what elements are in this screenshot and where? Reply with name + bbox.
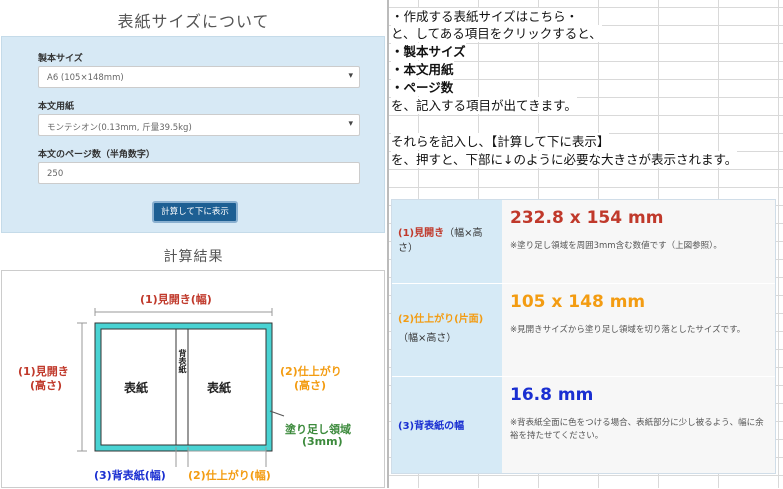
- result-note-finish: ※見開きサイズから塗り足し領域を切り落としたサイズです。: [510, 325, 746, 335]
- result-value-spread: 232.8 x 154 mm: [510, 208, 664, 228]
- result-head-finish: (2)仕上がり(片面) （幅×高さ）: [392, 284, 502, 376]
- result-head-finish-a: (2)仕上がり(片面): [398, 314, 484, 325]
- calculate-button[interactable]: 計算して下に表示: [152, 201, 238, 223]
- result-cell-spread: 232.8 x 154 mm ※塗り足し領域を周囲3mm含む数値です（上図参照）…: [502, 200, 775, 283]
- instruction-line-2: と、してある項目をクリックすると、: [391, 25, 602, 42]
- front-cover-label: 表紙: [124, 381, 149, 395]
- spine-width-label: (3)背表紙(幅): [94, 469, 166, 482]
- binding-size-value: A6 (105×148mm): [47, 73, 124, 83]
- paper-select[interactable]: モンテシオン(0.13mm, 斤量39.5kg) ▾: [38, 114, 360, 136]
- back-cover-label: 表紙: [207, 381, 232, 395]
- finish-width-label: (2)仕上がり(幅): [188, 469, 271, 482]
- instruction-line-3: を、記入する項目が出てきます。: [391, 97, 577, 114]
- result-value-spine: 16.8 mm: [510, 385, 594, 405]
- paper-value: モンテシオン(0.13mm, 斤量39.5kg): [47, 123, 192, 133]
- result-head-spine: (3)背表紙の幅: [392, 377, 502, 473]
- binding-size-label: 製本サイズ: [38, 54, 83, 64]
- left-panel: 表紙サイズについて 製本サイズ A6 (105×148mm) ▾ 本文用紙 モン…: [0, 0, 387, 488]
- chevron-down-icon: ▾: [348, 119, 353, 129]
- spread-width-label: (1)見開き(幅): [140, 293, 212, 306]
- result-title: 計算結果: [163, 249, 224, 265]
- finish-height-label-2: (高さ): [294, 379, 327, 392]
- result-head-spine-a: (3)背表紙の幅: [398, 421, 465, 432]
- instruction-line-4: それらを記入し、【計算して下に表示】: [391, 133, 610, 150]
- spread-height-label-2: (高さ): [30, 379, 63, 392]
- instruction-item-paper: ・本文用紙: [391, 61, 454, 78]
- result-note-spine: ※背表紙全面に色をつける場合、表紙部分に少し被るよう、幅に余裕を持たせてください…: [510, 418, 764, 441]
- pages-label: 本文のページ数（半角数字）: [38, 150, 155, 160]
- result-value-finish: 105 x 148 mm: [510, 292, 646, 312]
- instruction-item-pages: ・ページ数: [391, 79, 454, 96]
- instruction-line-1: ・作成する表紙サイズはこちら・: [391, 8, 579, 25]
- chevron-down-icon: ▾: [348, 71, 353, 81]
- result-head-spread-a: (1)見開き: [398, 228, 445, 239]
- binding-size-select[interactable]: A6 (105×148mm) ▾: [38, 66, 360, 88]
- result-cell-spine: 16.8 mm ※背表紙全面に色をつける場合、表紙部分に少し被るよう、幅に余裕を…: [502, 377, 775, 473]
- paper-label: 本文用紙: [38, 102, 75, 112]
- bleed-label-2: (3mm): [302, 435, 343, 448]
- result-head-finish-b: （幅×高さ）: [398, 333, 457, 344]
- cover-diagram: (1)見開き(幅) (1)見開き (高さ) (2)仕上がり (高さ) 表紙 表紙…: [1, 270, 385, 488]
- instruction-item-binding: ・製本サイズ: [391, 43, 466, 60]
- result-table: (1)見開き（幅×高さ） 232.8 x 154 mm ※塗り足し領域を周囲3m…: [391, 199, 776, 474]
- spine-label: 背表紙: [178, 349, 187, 373]
- result-note-spread: ※塗り足し領域を周囲3mm含む数値です（上図参照）。: [510, 241, 722, 251]
- calc-form: 製本サイズ A6 (105×148mm) ▾ 本文用紙 モンテシオン(0.13m…: [1, 36, 385, 233]
- result-cell-finish: 105 x 148 mm ※見開きサイズから塗り足し領域を切り落としたサイズです…: [502, 284, 775, 376]
- pages-input[interactable]: 250: [38, 162, 360, 184]
- instruction-line-5: を、押すと、下部に↓のように必要な大きさが表示されます。: [391, 151, 738, 168]
- panel-divider: [387, 0, 389, 488]
- result-head-spread: (1)見開き（幅×高さ）: [392, 200, 502, 283]
- page-title: 表紙サイズについて: [117, 12, 270, 31]
